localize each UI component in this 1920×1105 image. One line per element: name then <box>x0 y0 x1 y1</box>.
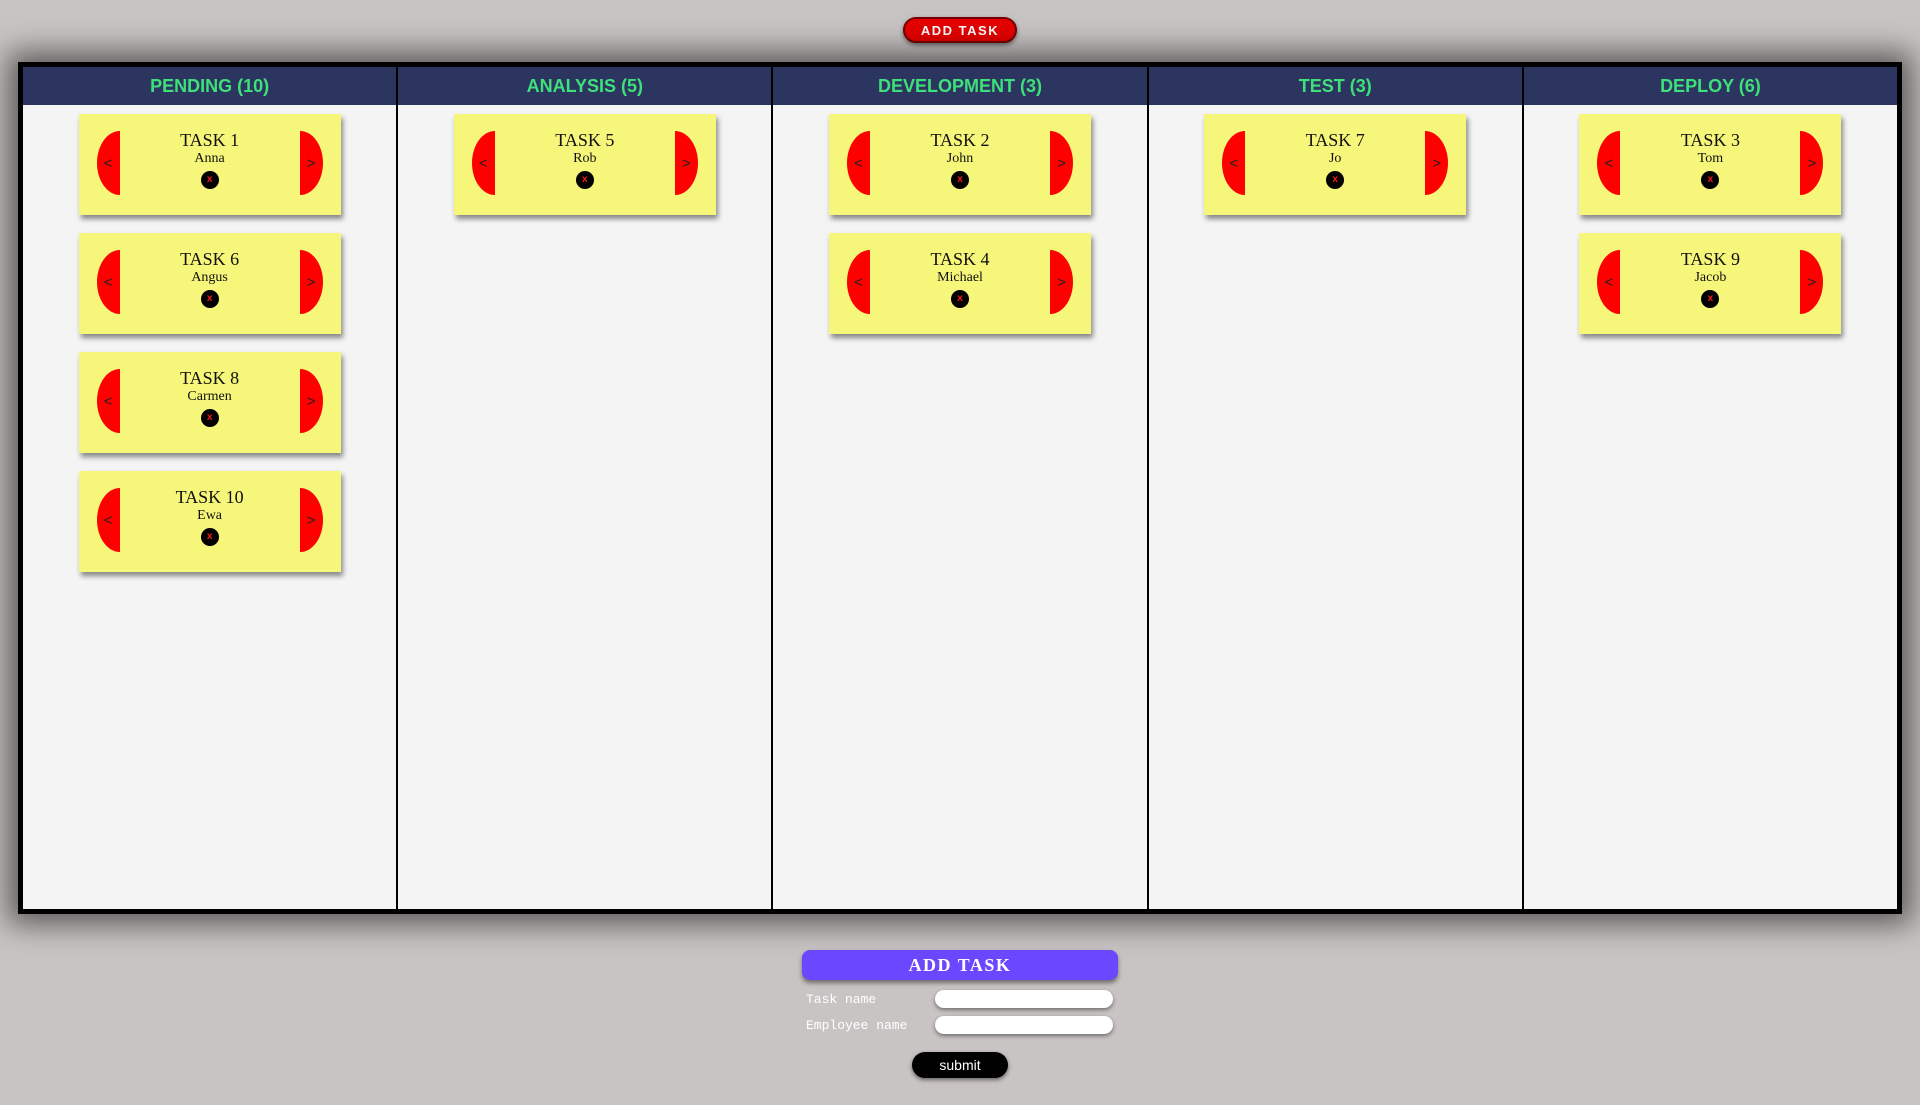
kanban-board: PENDING (10) < TASK 1 Anna x > < TASK 6 Ang… <box>18 62 1902 914</box>
task-title: TASK 1 <box>180 130 240 150</box>
move-left-button[interactable]: < <box>1222 131 1246 195</box>
task-card: < TASK 1 Anna x > <box>78 114 341 215</box>
employee-name: Michael <box>937 270 983 285</box>
delete-task-button[interactable]: x <box>200 290 219 308</box>
task-title: TASK 5 <box>555 130 615 150</box>
move-left-button[interactable]: < <box>847 131 870 195</box>
delete-task-button[interactable]: x <box>1326 171 1345 189</box>
delete-task-button[interactable]: x <box>1701 171 1720 189</box>
column-header: PENDING (10) <box>23 67 397 105</box>
employee-name: Jo <box>1328 151 1342 166</box>
column-header: ANALYSIS (5) <box>398 67 772 105</box>
delete-task-button[interactable]: x <box>951 171 969 189</box>
task-title: TASK 6 <box>180 249 240 269</box>
move-right-button[interactable]: > <box>1425 131 1449 195</box>
delete-task-button[interactable]: x <box>951 290 969 308</box>
task-name-label: Task name <box>806 992 877 1007</box>
delete-task-button[interactable]: x <box>200 171 219 189</box>
employee-name: Anna <box>194 151 225 166</box>
column-deploy: DEPLOY (6) < TASK 3 Tom x > < TASK 9 Jacob x… <box>1523 67 1898 909</box>
task-card: < TASK 8 Carmen x > <box>78 352 341 453</box>
delete-task-button[interactable]: x <box>200 409 219 427</box>
task-title: TASK 7 <box>1305 130 1365 150</box>
delete-task-button[interactable]: x <box>1701 290 1720 308</box>
move-left-button[interactable]: < <box>847 250 870 314</box>
move-left-button[interactable]: < <box>471 131 495 195</box>
employee-name: Jacob <box>1694 270 1727 285</box>
task-card: < TASK 3 Tom x > <box>1579 114 1842 215</box>
task-card: < TASK 9 Jacob x > <box>1579 233 1842 334</box>
column-header: TEST (3) <box>1148 67 1522 105</box>
move-right-button[interactable]: > <box>299 131 323 195</box>
column-analysis: ANALYSIS (5) < TASK 5 Rob x > <box>398 67 774 909</box>
column-header: DEPLOY (6) <box>1523 67 1898 105</box>
task-card: < TASK 6 Angus x > <box>78 233 341 334</box>
move-right-button[interactable]: > <box>1050 131 1073 195</box>
move-right-button[interactable]: > <box>1050 250 1073 314</box>
task-card: < TASK 10 Ewa x > <box>78 471 341 572</box>
task-name-input[interactable] <box>935 990 1113 1008</box>
task-card: < TASK 2 John x > <box>829 114 1091 215</box>
column-header: DEVELOPMENT (3) <box>773 67 1147 105</box>
move-left-button[interactable]: < <box>96 488 120 552</box>
card-list: < TASK 7 Jo x > <box>1149 105 1522 215</box>
employee-name: Carmen <box>187 389 232 404</box>
move-right-button[interactable]: > <box>299 488 323 552</box>
task-card: < TASK 7 Jo x > <box>1204 114 1467 215</box>
task-title: TASK 9 <box>1680 249 1740 269</box>
move-right-button[interactable]: > <box>299 250 323 314</box>
task-card: < TASK 4 Michael x > <box>829 233 1091 334</box>
employee-name: Angus <box>191 270 228 285</box>
column-development: DEVELOPMENT (3) < TASK 2 John x > < TASK 4… <box>773 67 1149 909</box>
move-right-button[interactable]: > <box>1800 131 1824 195</box>
task-title: TASK 3 <box>1680 130 1740 150</box>
move-right-button[interactable]: > <box>299 369 323 433</box>
delete-task-button[interactable]: x <box>200 528 219 546</box>
move-left-button[interactable]: < <box>96 250 120 314</box>
card-list: < TASK 3 Tom x > < TASK 9 Jacob x > <box>1524 105 1897 334</box>
move-right-button[interactable]: > <box>674 131 698 195</box>
employee-name-label: Employee name <box>806 1018 908 1033</box>
move-right-button[interactable]: > <box>1800 250 1824 314</box>
employee-name: Rob <box>573 151 597 166</box>
move-left-button[interactable]: < <box>1597 250 1621 314</box>
add-task-form: ADD TASK Task name Employee name submit <box>802 950 1118 1078</box>
task-name-row: Task name <box>802 986 1118 1012</box>
submit-button[interactable]: submit <box>912 1052 1008 1078</box>
move-left-button[interactable]: < <box>96 369 120 433</box>
employee-name: Ewa <box>197 508 223 523</box>
task-title: TASK 8 <box>180 368 240 388</box>
move-left-button[interactable]: < <box>96 131 120 195</box>
card-list: < TASK 5 Rob x > <box>398 105 771 215</box>
employee-name-input[interactable] <box>935 1016 1113 1034</box>
add-task-toggle-button[interactable]: ADD TASK <box>903 17 1017 43</box>
employee-name: Tom <box>1697 151 1724 166</box>
task-card: < TASK 5 Rob x > <box>453 114 716 215</box>
task-title: TASK 2 <box>930 130 990 150</box>
form-title: ADD TASK <box>802 950 1118 980</box>
delete-task-button[interactable]: x <box>575 171 594 189</box>
task-title: TASK 4 <box>930 249 990 269</box>
card-list: < TASK 1 Anna x > < TASK 6 Angus x > < TASK … <box>23 105 396 572</box>
employee-name-row: Employee name <box>802 1012 1118 1038</box>
move-left-button[interactable]: < <box>1597 131 1621 195</box>
column-pending: PENDING (10) < TASK 1 Anna x > < TASK 6 Ang… <box>23 67 399 909</box>
column-test: TEST (3) < TASK 7 Jo x > <box>1148 67 1524 909</box>
employee-name: John <box>946 151 974 166</box>
task-title: TASK 10 <box>175 487 244 507</box>
card-list: < TASK 2 John x > < TASK 4 Michael x > <box>773 105 1146 334</box>
